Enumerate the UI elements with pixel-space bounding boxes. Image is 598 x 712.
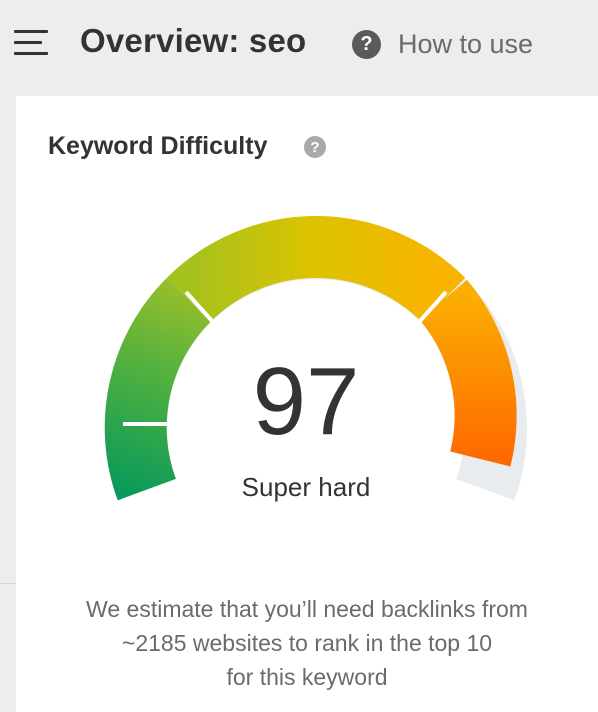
gauge-value-arc-yellow (166, 216, 466, 323)
gauge-value-arc-green (104, 277, 212, 501)
difficulty-label: Super hard (241, 472, 371, 502)
how-to-use-link[interactable]: ? How to use (352, 27, 533, 61)
estimate-line: for this keyword (226, 664, 388, 690)
how-to-use-label: How to use (398, 28, 534, 59)
estimate-line: We estimate that you’ll need backlinks f… (86, 596, 528, 622)
difficulty-score: 97 (252, 348, 360, 455)
page-title: Overview: seo (80, 22, 307, 59)
gauge-value-arc-orange (419, 279, 517, 467)
keyword-difficulty-card: Keyword Difficulty ? 97 Super hard We es… (16, 96, 598, 712)
estimate-line: ~2185 websites to rank in the top 10 (121, 630, 493, 656)
side-divider (0, 583, 16, 584)
top-bar: Overview: seo ? How to use (0, 0, 598, 96)
backlinks-estimate: We estimate that you’ll need backlinks f… (36, 592, 578, 694)
hamburger-menu-icon[interactable] (14, 30, 48, 56)
question-circle-icon: ? (352, 29, 381, 59)
